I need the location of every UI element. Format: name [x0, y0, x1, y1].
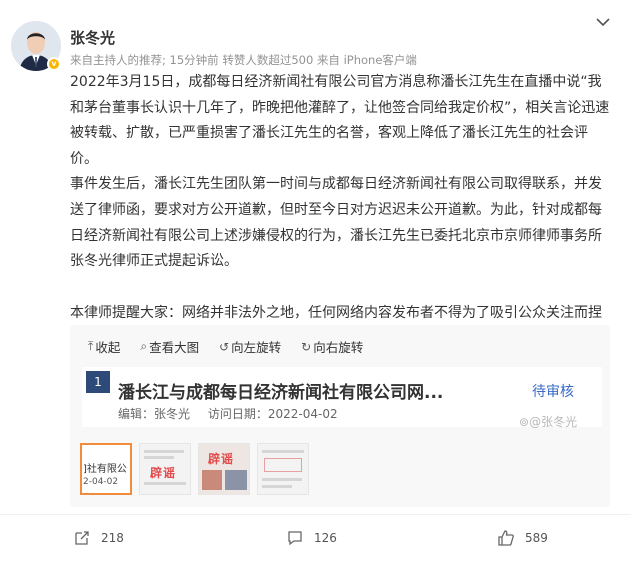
collapse-media-button[interactable]: ⤒ 收起 [88, 337, 120, 356]
thumbnail-1[interactable]: ]社有限公 2-04-02 [80, 443, 132, 495]
thumbnail-photo [202, 470, 222, 490]
thumbnail-line [262, 485, 292, 488]
thumbnail-line [144, 450, 184, 453]
action-bar: 218 126 589 [0, 514, 631, 562]
weibo-post-card: v 张冬光 来自主持人的推荐; 15分钟前 转赞人数超过500 来自 iPhon… [0, 0, 631, 569]
repost-count: 218 [101, 531, 124, 545]
collapse-media-label: 收起 [95, 340, 121, 355]
document-date: 访问日期：2022-04-02 [207, 407, 338, 421]
like-count: 589 [525, 531, 548, 545]
thumbnail-2-stamp: 辟谣 [150, 466, 177, 480]
comment-icon [288, 531, 302, 546]
meta-client: 来自 iPhone客户端 [316, 53, 417, 67]
paragraph-1: 2022年3月15日，成都每日经济新闻社有限公司官方消息称潘长江先生在直播中说“… [70, 74, 610, 167]
thumbnail-line [262, 478, 302, 481]
paragraph-2: 事件发生后，潘长江先生团队第一时间与成都每日经济新闻社有限公司取得联系，并发送了… [70, 176, 602, 270]
document-title: 潘长江与成都每日经济新闻社有限公司网... [118, 383, 444, 403]
thumbnail-line [144, 482, 186, 485]
comment-button[interactable]: 126 [286, 529, 337, 547]
thumbnail-1-text: ]社有限公 [83, 464, 127, 475]
rotate-left-button[interactable]: ↺ 向左旋转 [219, 337, 281, 356]
username[interactable]: 张冬光 [70, 27, 115, 48]
chevron-down-icon[interactable] [594, 15, 612, 29]
document-meta: 编辑：张冬光 访问日期：2022-04-02 [118, 405, 352, 422]
post-meta: 来自主持人的推荐; 15分钟前 转赞人数超过500 来自 iPhone客户端 [70, 52, 417, 68]
thumbnail-photo [225, 470, 247, 490]
document-status: 待审核 [532, 384, 574, 400]
thumbnail-strip: ]社有限公 2-04-02 辟谣 辟谣 [80, 443, 309, 495]
media-viewer: ⤒ 收起 ⌕ 查看大图 ↺ 向左旋转 ↻ 向右旋转 1 潘长江与成都每日经济新闻社有限公… [70, 325, 610, 507]
rotate-right-button[interactable]: ↻ 向右旋转 [301, 337, 363, 356]
repost-button[interactable]: 218 [73, 529, 124, 547]
rotate-left-label: 向左旋转 [231, 340, 282, 355]
document-number: 1 [86, 371, 110, 393]
thumbnail-box [264, 458, 302, 472]
meta-reposts: 转赞人数超过500 [222, 53, 314, 67]
meta-source: 来自主持人的推荐 [70, 53, 162, 67]
weibo-logo-icon: ⊚ [519, 415, 530, 429]
like-button[interactable]: 589 [497, 529, 548, 547]
thumbnail-line [144, 456, 174, 459]
thumbnail-4[interactable] [257, 443, 309, 495]
thumbnail-2[interactable]: 辟谣 [139, 443, 191, 495]
comment-count: 126 [314, 531, 337, 545]
thumbs-up-icon [498, 530, 514, 546]
post-body: 2022年3月15日，成都每日经济新闻社有限公司官方消息称潘长江先生在直播中说“… [70, 70, 610, 352]
thumbnail-3[interactable]: 辟谣 [198, 443, 250, 495]
meta-separator: ; [162, 53, 166, 67]
repost-icon [75, 531, 89, 545]
meta-time[interactable]: 15分钟前 [170, 53, 219, 67]
magnifier-icon: ⌕ [140, 339, 148, 353]
thumbnail-3-stamp: 辟谣 [208, 452, 235, 466]
verified-badge-icon: v [47, 57, 61, 71]
view-large-button[interactable]: ⌕ 查看大图 [140, 337, 199, 356]
watermark: ⊚@张冬光 [519, 413, 577, 430]
thumbnail-line [262, 450, 304, 453]
document-author: 编辑：张冬光 [118, 407, 191, 421]
collapse-icon: ⤒ [88, 339, 94, 353]
media-toolbar: ⤒ 收起 ⌕ 查看大图 ↺ 向左旋转 ↻ 向右旋转 [88, 337, 363, 356]
watermark-text: @张冬光 [529, 415, 578, 429]
view-large-label: 查看大图 [149, 340, 200, 355]
thumbnail-1-date: 2-04-02 [83, 477, 119, 487]
rotate-right-icon: ↻ [301, 339, 312, 354]
rotate-right-label: 向右旋转 [313, 340, 364, 355]
rotate-left-icon: ↺ [219, 339, 230, 354]
